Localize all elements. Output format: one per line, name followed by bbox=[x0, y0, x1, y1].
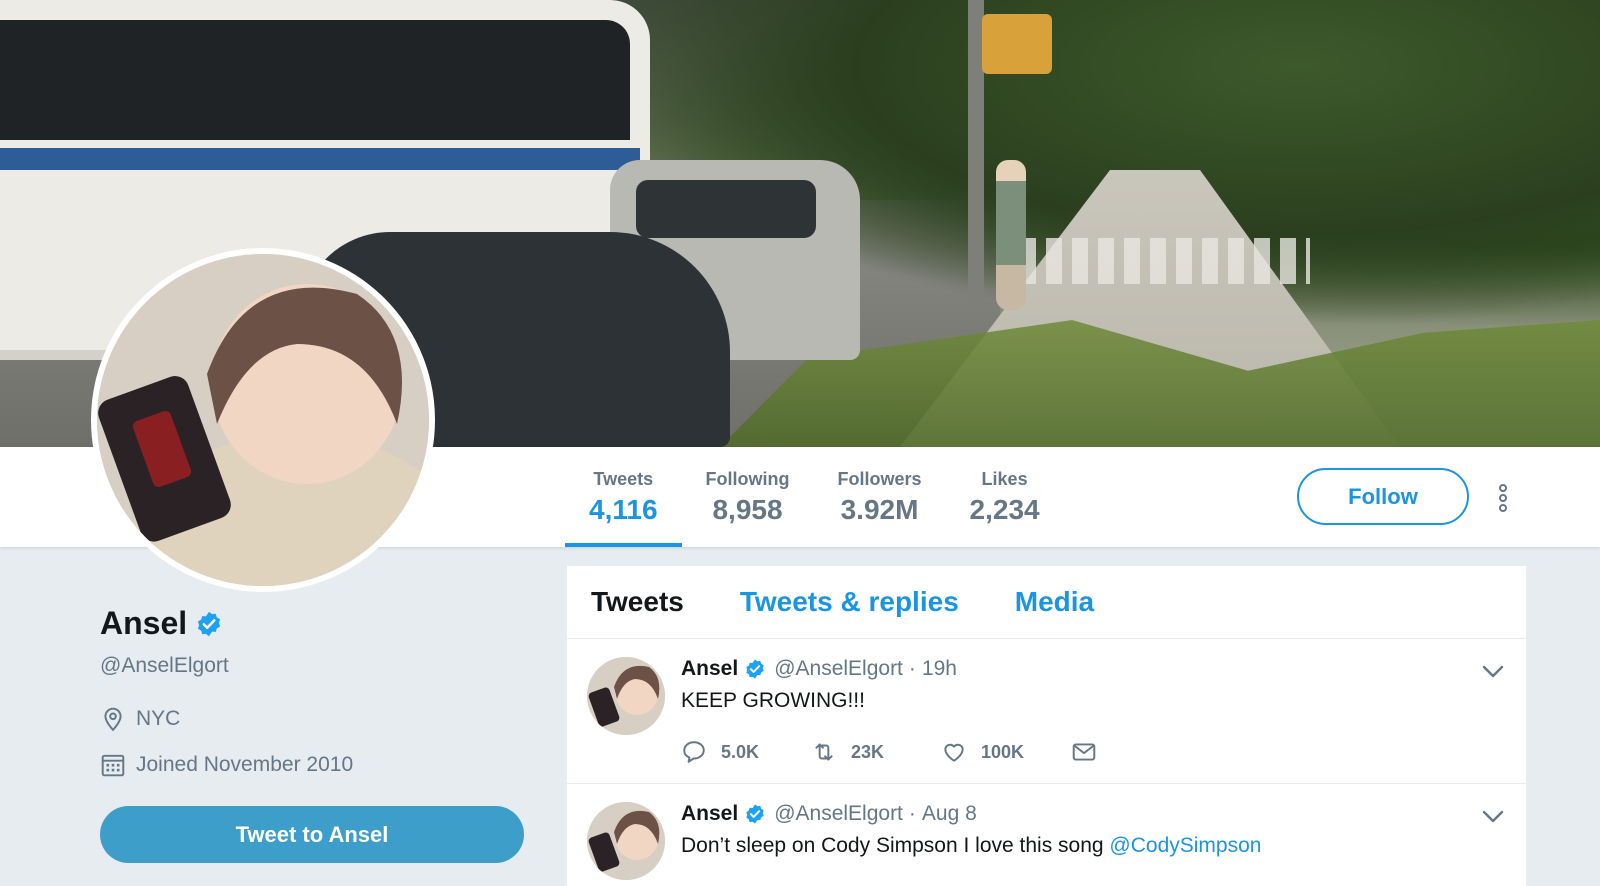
tweet-text: KEEP GROWING!!! bbox=[681, 689, 865, 712]
banner-traffic-light bbox=[982, 14, 1052, 74]
tweet-separator: · bbox=[908, 657, 916, 680]
profile-joined: Joined November 2010 bbox=[100, 752, 530, 778]
banner-jeep-windshield bbox=[636, 180, 816, 238]
stat-label: Following bbox=[705, 469, 790, 489]
tweet-item[interactable]: Ansel @AnselElgort · 19h KEEP GROWING!!!… bbox=[567, 639, 1526, 784]
stat-value: 8,958 bbox=[712, 494, 783, 525]
reply-count: 5.0K bbox=[721, 741, 760, 762]
tweet-timestamp[interactable]: 19h bbox=[922, 657, 957, 681]
profile-avatar[interactable] bbox=[91, 248, 435, 592]
location-pin-icon bbox=[104, 707, 122, 732]
avatar-photo bbox=[97, 254, 429, 586]
like-icon bbox=[944, 743, 964, 762]
profile-card: Ansel @AnselElgort NYC Joined November 2… bbox=[100, 605, 530, 778]
reply-action[interactable]: 5.0K bbox=[681, 739, 811, 765]
banner-crosswalk bbox=[1020, 238, 1310, 284]
verified-badge-icon bbox=[198, 611, 221, 636]
follow-button[interactable]: Follow bbox=[1297, 468, 1469, 525]
tab-media[interactable]: Media bbox=[1015, 586, 1094, 618]
retweet-action[interactable]: 23K bbox=[811, 739, 941, 765]
timeline-tabs: Tweets Tweets & replies Media bbox=[567, 566, 1526, 639]
tweet-header: Ansel @AnselElgort · Aug 8 bbox=[681, 802, 1502, 826]
profile-stats: Tweets 4,116 Following 8,958 Followers 3… bbox=[565, 447, 1064, 547]
stat-value: 3.92M bbox=[840, 494, 919, 525]
timeline: Tweets Tweets & replies Media Ansel @Ans… bbox=[567, 566, 1526, 886]
verified-badge-icon bbox=[746, 804, 764, 824]
joined-text: Joined November 2010 bbox=[136, 753, 354, 776]
banner-bus-windows bbox=[0, 20, 630, 140]
profile-name[interactable]: Ansel bbox=[100, 605, 187, 642]
calendar-icon bbox=[101, 754, 125, 777]
stat-followers[interactable]: Followers 3.92M bbox=[814, 447, 946, 547]
tweet-item[interactable]: Ansel @AnselElgort · Aug 8 Don’t sleep o… bbox=[567, 784, 1526, 886]
tweet-mention-link[interactable]: @CodySimpson bbox=[1109, 834, 1261, 857]
chevron-down-icon[interactable] bbox=[1482, 810, 1504, 824]
stat-label: Tweets bbox=[593, 469, 654, 489]
tweet-header: Ansel @AnselElgort · 19h bbox=[681, 657, 1502, 681]
tweet-author-name[interactable]: Ansel bbox=[681, 802, 738, 826]
tweet-avatar-photo bbox=[587, 802, 665, 880]
tab-tweets[interactable]: Tweets bbox=[591, 586, 684, 618]
tweet-to-button[interactable]: Tweet to Ansel bbox=[100, 806, 524, 863]
message-icon bbox=[1072, 743, 1096, 761]
location-text: NYC bbox=[136, 707, 181, 730]
name-row: Ansel bbox=[100, 605, 530, 642]
stat-following[interactable]: Following 8,958 bbox=[682, 447, 814, 547]
more-vertical-icon[interactable] bbox=[1495, 483, 1511, 513]
banner-pedestrian bbox=[996, 160, 1026, 310]
tweet-author-name[interactable]: Ansel bbox=[681, 657, 738, 681]
reply-icon bbox=[683, 741, 705, 763]
tweet-avatar[interactable] bbox=[587, 802, 665, 880]
retweet-icon bbox=[815, 743, 833, 761]
tab-tweets-and-replies[interactable]: Tweets & replies bbox=[740, 586, 959, 618]
chevron-down-icon[interactable] bbox=[1482, 665, 1504, 679]
stat-value: 4,116 bbox=[589, 494, 658, 525]
verified-badge-icon bbox=[746, 659, 764, 679]
banner-bus-stripe bbox=[0, 148, 640, 170]
retweet-count: 23K bbox=[851, 741, 885, 762]
profile-location: NYC bbox=[100, 706, 530, 732]
tweet-avatar-photo bbox=[587, 657, 665, 735]
tweet-separator: · bbox=[908, 802, 916, 825]
tweet-timestamp[interactable]: Aug 8 bbox=[922, 802, 977, 826]
stat-label: Likes bbox=[981, 469, 1028, 489]
tweet-author-handle[interactable]: @AnselElgort bbox=[774, 657, 903, 681]
tweet-actions: 5.0K 23K 100K bbox=[681, 739, 1502, 765]
stat-value: 2,234 bbox=[969, 494, 1040, 525]
stat-likes[interactable]: Likes 2,234 bbox=[946, 447, 1064, 547]
tweet-text-body: Don’t sleep on Cody Simpson I love this … bbox=[681, 834, 1110, 857]
like-action[interactable]: 100K bbox=[941, 739, 1071, 765]
stat-label: Followers bbox=[837, 469, 922, 489]
tweet-author-handle[interactable]: @AnselElgort bbox=[774, 802, 903, 826]
tweet-text: Don’t sleep on Cody Simpson I love this … bbox=[681, 834, 1502, 858]
like-count: 100K bbox=[981, 741, 1025, 762]
tweet-avatar[interactable] bbox=[587, 657, 665, 735]
profile-handle[interactable]: @AnselElgort bbox=[100, 654, 530, 678]
message-action[interactable] bbox=[1071, 739, 1111, 765]
stat-tweets[interactable]: Tweets 4,116 bbox=[565, 447, 682, 547]
